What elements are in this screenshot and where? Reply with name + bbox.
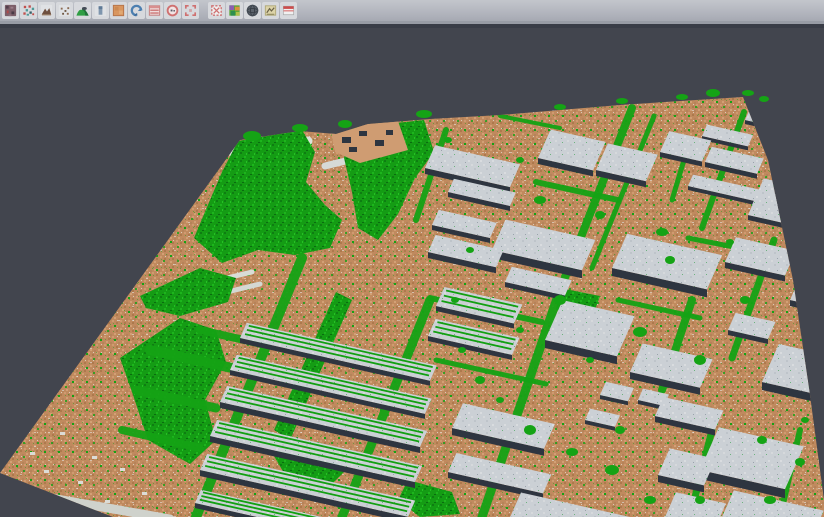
classified-points-icon <box>21 3 36 18</box>
toolbar-button-attribute-table[interactable] <box>146 2 163 19</box>
classification-icon <box>227 3 242 18</box>
sync-view-icon <box>129 3 144 18</box>
attribute-table-icon <box>147 3 162 18</box>
dem-icon <box>75 3 90 18</box>
toolbar-button-cross-section[interactable] <box>262 2 279 19</box>
remove-layer-icon <box>281 3 296 18</box>
toolbar-border <box>0 24 824 28</box>
terrain-model-icon <box>39 3 54 18</box>
toolbar-button-terrain-model[interactable] <box>38 2 55 19</box>
toolbar-button-sparse-points[interactable] <box>56 2 73 19</box>
orthoimage-icon <box>111 3 126 18</box>
viewport-3d[interactable] <box>0 0 824 517</box>
point-cloud-icon <box>3 3 18 18</box>
sparse-points-icon <box>57 3 72 18</box>
toolbar-button-pick-point[interactable] <box>164 2 181 19</box>
pick-point-icon <box>165 3 180 18</box>
cross-section-icon <box>263 3 278 18</box>
toolbar-button-fit-view[interactable] <box>182 2 199 19</box>
application-window <box>0 0 824 517</box>
toolbar-button-classification[interactable] <box>226 2 243 19</box>
fit-view-icon <box>183 3 198 18</box>
toolbar <box>0 0 824 21</box>
toolbar-button-profile[interactable] <box>92 2 109 19</box>
mesh-icon <box>245 3 260 18</box>
toolbar-button-orthoimage[interactable] <box>110 2 127 19</box>
toolbar-button-sync-view[interactable] <box>128 2 145 19</box>
toolbar-button-point-cloud[interactable] <box>2 2 19 19</box>
toolbar-button-dem[interactable] <box>74 2 91 19</box>
toolbar-button-mesh[interactable] <box>244 2 261 19</box>
profile-icon <box>93 3 108 18</box>
toolbar-button-classified-points[interactable] <box>20 2 37 19</box>
toolbar-button-clip-box[interactable] <box>208 2 225 19</box>
clip-box-icon <box>209 3 224 18</box>
toolbar-button-remove-layer[interactable] <box>280 2 297 19</box>
scene-canvas <box>0 0 824 517</box>
